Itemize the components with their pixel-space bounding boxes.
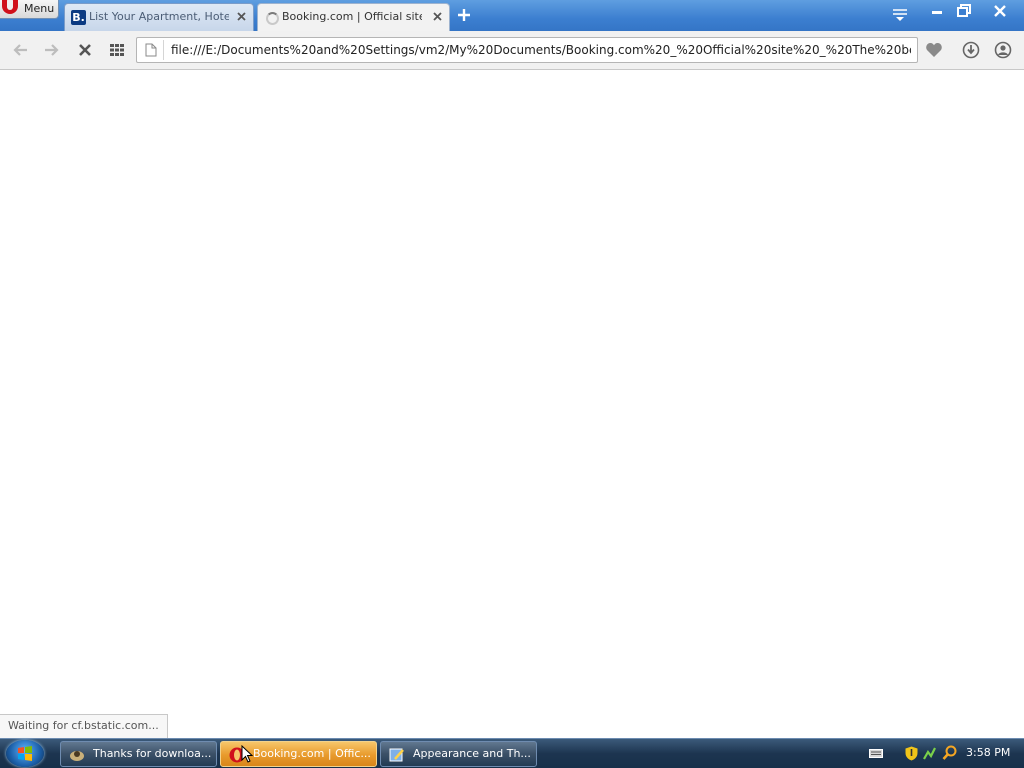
downloads-icon[interactable] — [962, 41, 980, 59]
mouse-cursor-icon — [241, 745, 253, 763]
stop-loading-icon[interactable] — [76, 41, 94, 59]
address-separator — [163, 40, 164, 60]
booking-b-icon: B. — [71, 10, 86, 25]
loading-spinner-icon — [266, 12, 279, 25]
back-icon[interactable] — [12, 41, 30, 59]
minimize-icon[interactable] — [925, 2, 949, 20]
loading-status-text: Waiting for cf.bstatic.com... — [0, 714, 168, 738]
app-icon — [70, 751, 84, 761]
windows-taskbar: Thanks for downloa... Booking.com | Offi… — [0, 738, 1024, 768]
page-content-area — [0, 70, 1024, 738]
security-shield-icon[interactable] — [905, 746, 918, 761]
taskbar-item-appearance[interactable]: Appearance and Th... — [380, 741, 537, 767]
keyboard-icon[interactable] — [869, 749, 883, 758]
tab-title: Booking.com | Official site | T — [282, 10, 422, 23]
page-icon — [145, 43, 157, 57]
new-tab-icon[interactable] — [457, 8, 471, 22]
start-button[interactable] — [6, 740, 44, 767]
restore-icon[interactable] — [952, 2, 976, 20]
taskbar-label: Appearance and Th... — [413, 747, 531, 760]
taskbar-label: Booking.com | Offic... — [253, 747, 371, 760]
tab-title: List Your Apartment, Hotel, V — [89, 10, 229, 23]
windows-logo-icon — [18, 746, 32, 761]
tab-list-your-apartment[interactable]: B. List Your Apartment, Hotel, V — [64, 3, 254, 31]
taskbar-label: Thanks for downloa... — [93, 747, 212, 760]
browser-toolbar: file:///E:/Documents%20and%20Settings/vm… — [0, 31, 1024, 70]
account-icon[interactable] — [994, 41, 1012, 59]
system-clock: 3:58 PM — [966, 746, 1011, 759]
close-tab-icon[interactable] — [432, 11, 443, 22]
forward-icon[interactable] — [42, 41, 60, 59]
tab-booking-official[interactable]: Booking.com | Official site | T — [257, 3, 450, 31]
opera-logo-icon — [2, 0, 18, 14]
address-bar[interactable]: file:///E:/Documents%20and%20Settings/vm… — [136, 37, 918, 63]
browser-titlebar: Menu B. List Your Apartment, Hotel, V Bo… — [0, 0, 1024, 31]
opera-menu-button[interactable]: Menu — [0, 0, 59, 19]
tab-menu-icon[interactable] — [892, 8, 908, 22]
close-tab-icon[interactable] — [236, 11, 247, 22]
taskbar-item-thanks-download[interactable]: Thanks for downloa... — [60, 741, 217, 767]
search-icon[interactable] — [942, 745, 957, 761]
menu-label: Menu — [24, 2, 55, 15]
control-panel-icon — [389, 748, 404, 762]
network-icon[interactable] — [922, 746, 937, 761]
stash-heart-icon[interactable] — [925, 41, 943, 59]
url-text[interactable]: file:///E:/Documents%20and%20Settings/vm… — [171, 43, 911, 57]
speed-dial-icon[interactable] — [108, 41, 126, 59]
close-window-icon[interactable] — [988, 2, 1012, 20]
